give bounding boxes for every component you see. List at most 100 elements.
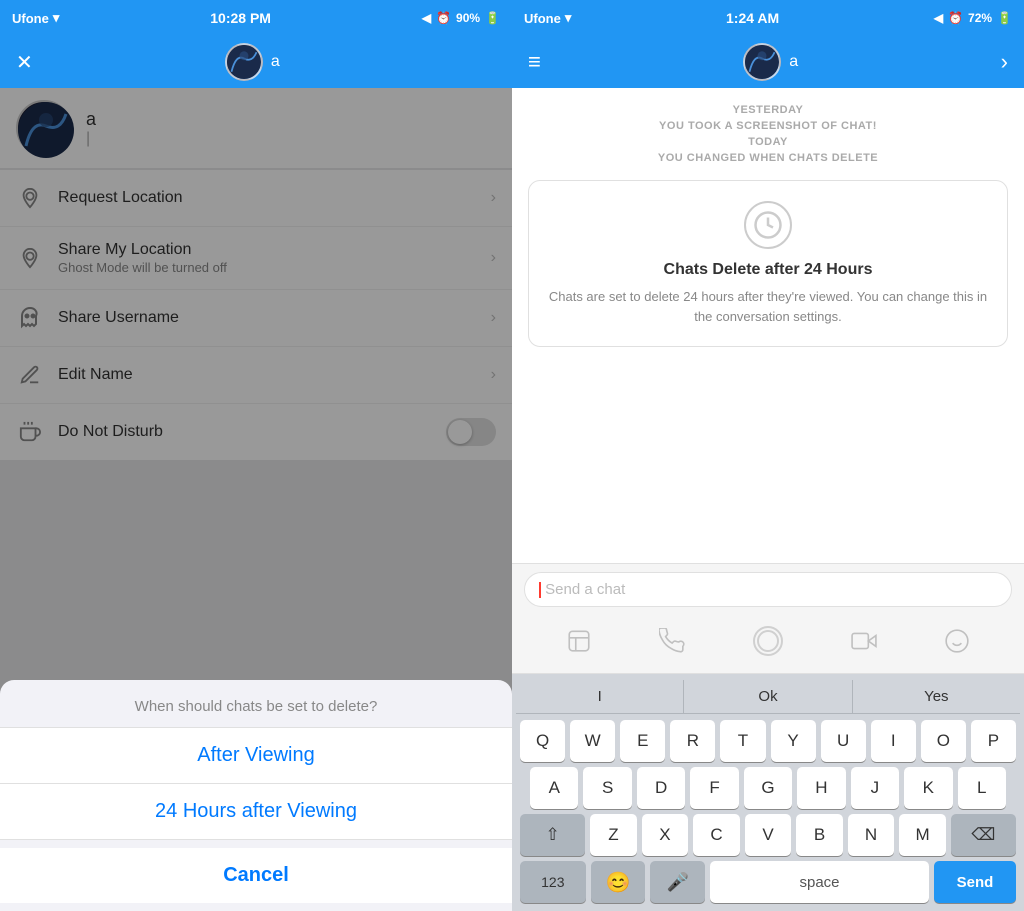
suggestion-yes[interactable]: Yes <box>853 680 1020 713</box>
phone-icon[interactable] <box>659 628 685 660</box>
key-d[interactable]: D <box>637 767 685 809</box>
key-k[interactable]: K <box>904 767 952 809</box>
keyboard-row-3: ⇧ Z X C V B N M ⌫ <box>516 814 1020 856</box>
key-p[interactable]: P <box>971 720 1016 762</box>
camera-snap-icon[interactable] <box>752 625 784 663</box>
numbers-key[interactable]: 123 <box>520 861 586 903</box>
time-left: 10:28 PM <box>210 10 271 26</box>
suggestion-ok[interactable]: Ok <box>684 680 852 713</box>
timestamp-today: TODAY <box>528 136 1008 148</box>
input-placeholder: Send a chat <box>545 581 625 598</box>
suggestion-i[interactable]: I <box>516 680 684 713</box>
nav-avatar-right[interactable] <box>743 43 781 81</box>
key-x[interactable]: X <box>642 814 689 856</box>
keyboard-row-1: Q W E R T Y U I O P <box>516 720 1020 762</box>
key-m[interactable]: M <box>899 814 946 856</box>
left-panel: Ufone ▾ 10:28 PM ◀ ⏰ 90% 🔋 ✕ a <box>0 0 512 911</box>
nav-forward-button[interactable]: › <box>1001 49 1008 75</box>
chat-input-bar: Send a chat <box>512 563 1024 615</box>
key-a[interactable]: A <box>530 767 578 809</box>
media-icons-row <box>512 615 1024 674</box>
microphone-key[interactable]: 🎤 <box>650 861 705 903</box>
status-bar-left: Ufone ▾ 10:28 PM ◀ ⏰ 90% 🔋 <box>0 0 512 36</box>
backspace-key[interactable]: ⌫ <box>951 814 1016 856</box>
battery-left: 90% <box>456 11 480 25</box>
card-title: Chats Delete after 24 Hours <box>664 261 873 279</box>
send-key[interactable]: Send <box>934 861 1016 903</box>
key-j[interactable]: J <box>851 767 899 809</box>
key-z[interactable]: Z <box>590 814 637 856</box>
alarm-icon-right: ⏰ <box>948 11 963 25</box>
shift-key[interactable]: ⇧ <box>520 814 585 856</box>
keyboard-bottom-row: 123 😊 🎤 space Send <box>516 861 1020 903</box>
input-cursor <box>539 582 541 598</box>
battery-icon-left: 🔋 <box>485 11 500 25</box>
key-i[interactable]: I <box>871 720 916 762</box>
carrier-name-right: Ufone <box>524 11 561 26</box>
keyboard-row-2: A S D F G H J K L <box>516 767 1020 809</box>
top-nav-right: ≡ a › <box>512 36 1024 88</box>
nav-center-left: a <box>225 43 280 81</box>
key-b[interactable]: B <box>796 814 843 856</box>
key-r[interactable]: R <box>670 720 715 762</box>
key-g[interactable]: G <box>744 767 792 809</box>
key-e[interactable]: E <box>620 720 665 762</box>
hamburger-menu-button[interactable]: ≡ <box>528 49 541 75</box>
carrier-wifi-left: Ufone ▾ <box>12 10 59 26</box>
key-n[interactable]: N <box>848 814 895 856</box>
key-y[interactable]: Y <box>771 720 816 762</box>
key-v[interactable]: V <box>745 814 792 856</box>
left-content: a | Request Location › <box>0 88 512 911</box>
video-icon[interactable] <box>851 628 877 660</box>
wifi-icon-right: ▾ <box>565 10 572 26</box>
chat-input-field[interactable]: Send a chat <box>524 572 1012 607</box>
key-h[interactable]: H <box>797 767 845 809</box>
keyboard-suggestions: I Ok Yes <box>516 680 1020 714</box>
nav-username-left: a <box>271 53 280 71</box>
emoji-face-icon[interactable] <box>944 628 970 660</box>
key-f[interactable]: F <box>690 767 738 809</box>
key-s[interactable]: S <box>583 767 631 809</box>
clock-icon <box>744 201 792 249</box>
spacebar-key[interactable]: space <box>710 861 929 903</box>
carrier-right: Ufone ▾ <box>524 10 571 26</box>
modal-question: When should chats be set to delete? <box>0 680 512 728</box>
battery-right: 72% <box>968 11 992 25</box>
modal-option-24-hours[interactable]: 24 Hours after Viewing <box>0 784 512 840</box>
sticker-icon[interactable] <box>566 628 592 660</box>
key-t[interactable]: T <box>720 720 765 762</box>
carrier-left: Ufone <box>12 11 49 26</box>
modal-option-after-viewing[interactable]: After Viewing <box>0 728 512 784</box>
close-button[interactable]: ✕ <box>16 50 33 75</box>
chat-area: YESTERDAY YOU TOOK A SCREENSHOT OF CHAT!… <box>512 88 1024 563</box>
status-icons-left: ◀ ⏰ 90% 🔋 <box>422 11 500 25</box>
card-description: Chats are set to delete 24 hours after t… <box>545 287 991 326</box>
right-panel: Ufone ▾ 1:24 AM ◀ ⏰ 72% 🔋 ≡ a › YESTE <box>512 0 1024 911</box>
emoji-key[interactable]: 😊 <box>591 861 646 903</box>
modal-overlay: When should chats be set to delete? Afte… <box>0 88 512 911</box>
key-u[interactable]: U <box>821 720 866 762</box>
alarm-icon: ⏰ <box>436 11 451 25</box>
battery-icon-right: 🔋 <box>997 11 1012 25</box>
right-status-icons: ◀ ⏰ 72% 🔋 <box>934 11 1012 25</box>
nav-avatar-left[interactable] <box>225 43 263 81</box>
nav-center-right: a <box>743 43 798 81</box>
key-c[interactable]: C <box>693 814 740 856</box>
nav-username-right: a <box>789 53 798 71</box>
key-q[interactable]: Q <box>520 720 565 762</box>
modal-sheet: When should chats be set to delete? Afte… <box>0 680 512 911</box>
chat-delete-card: Chats Delete after 24 Hours Chats are se… <box>528 180 1008 347</box>
time-right: 1:24 AM <box>726 10 779 26</box>
key-w[interactable]: W <box>570 720 615 762</box>
key-o[interactable]: O <box>921 720 966 762</box>
key-l[interactable]: L <box>958 767 1006 809</box>
modal-cancel-button[interactable]: Cancel <box>0 848 512 903</box>
keyboard: I Ok Yes Q W E R T Y U I O P A S D F G H… <box>512 674 1024 911</box>
top-nav-left: ✕ a <box>0 36 512 88</box>
location-icon: ◀ <box>422 11 431 25</box>
wifi-icon: ▾ <box>53 10 60 26</box>
timestamp-yesterday: YESTERDAY <box>528 104 1008 116</box>
timestamp-changed: YOU CHANGED WHEN CHATS DELETE <box>528 152 1008 164</box>
status-bar-right: Ufone ▾ 1:24 AM ◀ ⏰ 72% 🔋 <box>512 0 1024 36</box>
location-icon-right: ◀ <box>934 11 943 25</box>
